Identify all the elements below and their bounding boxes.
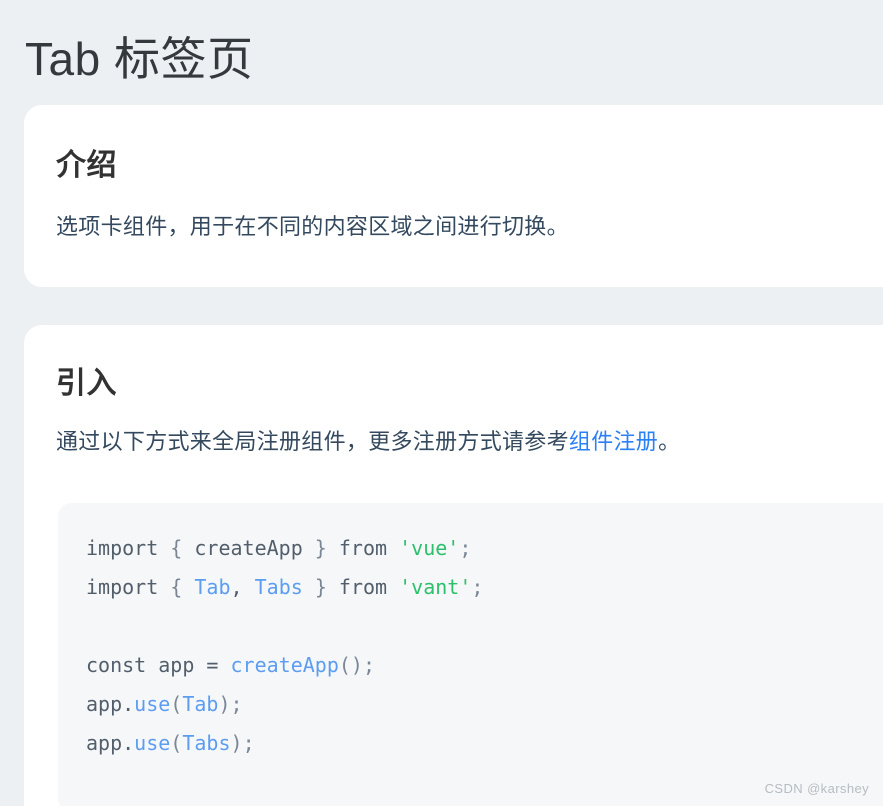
- code-token-plain: from: [338, 575, 400, 599]
- code-token-plain: app.: [86, 731, 135, 755]
- section-heading-intro: 介绍: [56, 149, 117, 182]
- code-token-ident: Tab: [182, 692, 219, 716]
- code-block-install[interactable]: import { createApp } from 'vue'; import {…: [58, 503, 883, 806]
- code-line: import { Tab, Tabs } from 'vant';: [86, 568, 883, 607]
- code-token-punct: }: [302, 575, 339, 599]
- code-token-ident: Tab: [194, 575, 231, 599]
- section-paragraph-intro: 选项卡组件，用于在不同的内容区域之间进行切换。: [56, 214, 569, 239]
- paragraph-text-before-link: 通过以下方式来全局注册组件，更多注册方式请参考: [56, 429, 569, 454]
- code-token-punct: ;: [471, 575, 484, 599]
- code-token-punct: ): [230, 731, 243, 755]
- code-token-ident: Tabs: [182, 731, 231, 755]
- code-token-ident: use: [134, 731, 171, 755]
- code-token-plain: app.: [86, 692, 135, 716]
- code-token-plain: import: [86, 536, 171, 560]
- code-token-punct: ;: [362, 653, 376, 677]
- code-token-punct: ;: [242, 731, 255, 755]
- code-token-string: 'vue': [399, 536, 460, 560]
- documentation-page: Tab 标签页 介绍 选项卡组件，用于在不同的内容区域之间进行切换。 引入 通过…: [0, 0, 883, 806]
- code-token-ident: Tabs: [254, 575, 303, 599]
- code-token-ident: createApp: [230, 653, 339, 677]
- code-line: const app = createApp();: [86, 646, 883, 685]
- paragraph-text-after-link: 。: [658, 429, 681, 454]
- code-token-plain: createApp: [194, 536, 303, 560]
- code-token-plain: ,: [230, 575, 255, 599]
- code-token-plain: const app =: [86, 653, 231, 677]
- code-token-punct: ;: [230, 692, 243, 716]
- code-token-punct: }: [302, 536, 339, 560]
- section-heading-install: 引入: [56, 367, 117, 400]
- code-line: import { createApp } from 'vue';: [86, 529, 883, 568]
- section-paragraph-install: 通过以下方式来全局注册组件，更多注册方式请参考组件注册。: [56, 425, 883, 459]
- section-card-intro: 介绍 选项卡组件，用于在不同的内容区域之间进行切换。: [24, 105, 883, 287]
- code-token-string: 'vant': [399, 575, 472, 599]
- code-token-punct: (: [170, 692, 183, 716]
- code-line: app.use(Tabs);: [86, 724, 883, 763]
- watermark: CSDN @karshey: [764, 781, 869, 796]
- page-title: Tab 标签页: [25, 32, 254, 85]
- code-token-punct: {: [170, 536, 195, 560]
- code-content: import { createApp } from 'vue'; import {…: [86, 529, 883, 763]
- code-token-plain: from: [338, 536, 400, 560]
- code-token-plain: import: [86, 575, 171, 599]
- code-token-punct: (): [338, 653, 363, 677]
- code-line: app.use(Tab);: [86, 685, 883, 724]
- code-token-ident: use: [134, 692, 171, 716]
- component-registration-link[interactable]: 组件注册: [569, 429, 658, 454]
- code-token-punct: ;: [459, 536, 472, 560]
- code-token-punct: {: [170, 575, 195, 599]
- section-card-install: 引入 通过以下方式来全局注册组件，更多注册方式请参考组件注册。 import {…: [24, 325, 883, 806]
- code-token-punct: (: [170, 731, 183, 755]
- code-token-punct: ): [218, 692, 231, 716]
